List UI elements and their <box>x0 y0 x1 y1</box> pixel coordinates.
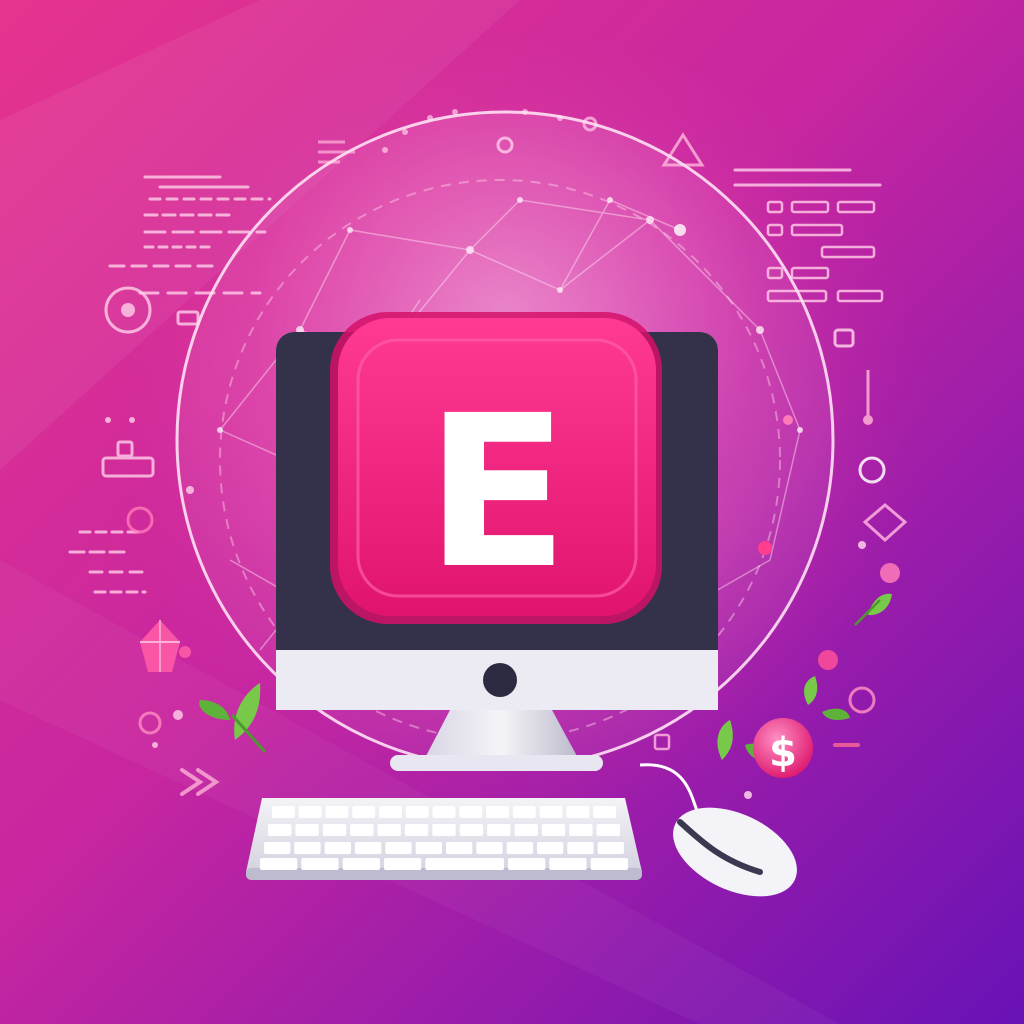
keyboard-key <box>539 806 563 818</box>
keyboard-key <box>264 842 291 854</box>
keyboard-key <box>432 806 456 818</box>
keyboard-key <box>537 842 564 854</box>
keyboard-icon <box>246 798 642 880</box>
keyboard-key <box>569 824 593 836</box>
keyboard-key <box>405 806 429 818</box>
keyboard-key <box>385 842 412 854</box>
keyboard-key <box>295 824 319 836</box>
keyboard-key <box>294 842 321 854</box>
keyboard-key <box>549 858 587 870</box>
keyboard-key <box>508 858 546 870</box>
keyboard-key <box>415 842 442 854</box>
keyboard-key <box>425 858 504 870</box>
keyboard-key <box>350 824 374 836</box>
keyboard-key <box>322 824 347 836</box>
keyboard-key <box>459 806 483 818</box>
keyboard-key <box>541 824 566 836</box>
illustration: E $ <box>0 0 1024 1024</box>
keyboard-key <box>566 806 590 818</box>
keyboard-key <box>379 806 402 818</box>
app-logo-icon: E <box>330 312 662 624</box>
keyboard-key <box>272 806 295 818</box>
keyboard-key <box>404 824 429 836</box>
app-logo-letter: E <box>425 370 568 615</box>
keyboard-key <box>325 806 349 818</box>
keyboard-key <box>268 824 292 836</box>
keyboard-key <box>567 842 594 854</box>
keyboard-key <box>506 842 533 854</box>
monitor-camera-dot <box>483 663 517 697</box>
keyboard-key <box>446 842 473 854</box>
keyboard-key <box>459 824 484 836</box>
keyboard-key <box>384 858 422 870</box>
keyboard-key <box>377 824 401 836</box>
keyboard-key <box>342 858 380 870</box>
keyboard-key <box>352 806 376 818</box>
illustration-canvas: E $ <box>0 0 1024 1024</box>
keyboard-key <box>298 806 322 818</box>
keyboard-key <box>593 806 616 818</box>
monitor-stand-neck <box>425 710 578 758</box>
keyboard-key <box>597 842 624 854</box>
keyboard-key <box>260 858 298 870</box>
keyboard-key <box>590 858 628 870</box>
keyboard-key <box>487 824 511 836</box>
keyboard-key <box>301 858 339 870</box>
keyboard-key <box>476 842 503 854</box>
keyboard-key <box>432 824 456 836</box>
keyboard-key <box>512 806 536 818</box>
keyboard-key <box>486 806 509 818</box>
dollar-sign: $ <box>769 730 797 776</box>
keyboard-key <box>355 842 382 854</box>
dollar-orb-icon: $ <box>753 718 813 778</box>
keyboard-key <box>324 842 351 854</box>
monitor-stand-base <box>390 755 603 771</box>
keyboard-key <box>514 824 538 836</box>
keyboard-key <box>596 824 620 836</box>
